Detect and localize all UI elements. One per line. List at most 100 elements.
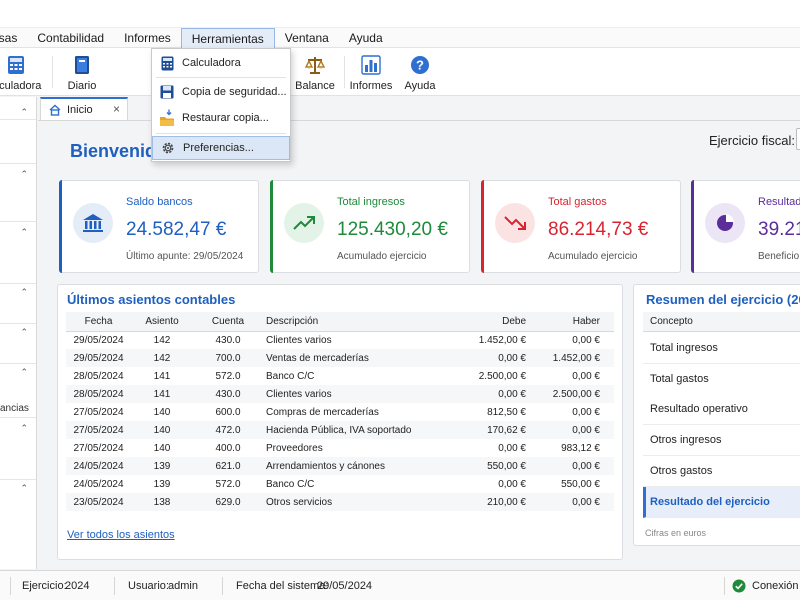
cell-descripcion: Arrendamientos y cánones	[263, 457, 454, 475]
card-value: 39.21	[758, 219, 800, 240]
table-row[interactable]: 29/05/2024 142 430.0 Clientes varios 1.452,0…	[66, 331, 614, 349]
table-row[interactable]: 27/05/2024 140 400.0 Proveedores 0,00 € 983,1…	[66, 439, 614, 457]
table-row[interactable]: 28/05/2024 141 430.0 Clientes varios 0,00 €2…	[66, 385, 614, 403]
resumen-row[interactable]: Total gastos	[643, 364, 800, 395]
home-icon	[49, 104, 61, 116]
cell-cuenta: 572.0	[215, 478, 241, 490]
chevron-up-icon[interactable]: ⌃	[20, 169, 28, 180]
menu-empresas[interactable]: esas	[0, 28, 27, 48]
chevron-up-icon[interactable]: ⌃	[20, 483, 28, 494]
sidebar-divider	[0, 323, 36, 324]
status-ejercicio-value: 2024	[65, 580, 90, 592]
cell-descripcion: Ventas de mercaderías	[263, 349, 454, 367]
status-fecha-value: 29/05/2024	[317, 580, 373, 592]
menu-informes[interactable]: Informes	[114, 28, 181, 48]
cell-descripcion: Otros servicios	[263, 493, 454, 511]
table-row[interactable]: 24/05/2024 139 572.0 Banco C/C 0,00 € 550,00 …	[66, 475, 614, 493]
chevron-up-icon[interactable]: ⌃	[20, 327, 28, 338]
cell-debe: 170,62 €	[454, 421, 534, 439]
chevron-up-icon[interactable]: ⌃	[20, 367, 28, 378]
cell-fecha: 29/05/2024	[73, 334, 124, 346]
status-separator	[114, 577, 115, 595]
tab-inicio[interactable]: Inicio ×	[40, 97, 128, 121]
cell-asiento: 140	[131, 421, 193, 439]
cell-cuenta: 430.0	[193, 385, 263, 403]
resumen-row[interactable]: Total ingresos	[643, 333, 800, 364]
diario-button[interactable]: Diario	[52, 54, 112, 92]
card-value: 86.214,73 €	[548, 219, 649, 240]
resumen-row[interactable]: Otros ingresos	[643, 425, 800, 456]
calculadora-label: alculadora	[0, 80, 42, 92]
menu-separator	[156, 133, 286, 134]
column-header-debe[interactable]: Debe	[454, 312, 534, 332]
cell-asiento: 140	[153, 406, 171, 418]
ver-todos-link[interactable]: Ver todos los asientos	[67, 529, 175, 541]
card-total-ingresos[interactable]: Total ingresos 125.430,20 € Acumulado ej…	[270, 180, 470, 273]
folder-restore-icon	[152, 109, 182, 127]
menu-item-label: Calculadora	[182, 57, 241, 69]
table-row[interactable]: 27/05/2024 140 472.0 Hacienda Pública, IVA …	[66, 421, 614, 439]
card-total-gastos[interactable]: Total gastos 86.214,73 € Acumulado ejerc…	[481, 180, 681, 273]
scales-icon	[304, 54, 326, 76]
chevron-up-icon[interactable]: ⌃	[20, 227, 28, 238]
column-header-asiento[interactable]: Asiento	[131, 312, 193, 332]
cell-descripcion: Clientes varios	[263, 385, 454, 403]
menu-item-restaurar-copia[interactable]: Restaurar copia...	[152, 106, 290, 130]
sidebar-item-label[interactable]: ancias	[0, 403, 36, 414]
card-saldo-bancos[interactable]: Saldo bancos 24.582,47 € Último apunte: …	[59, 180, 259, 273]
cell-haber: 0,00 €	[534, 457, 614, 475]
trend-up-icon	[284, 203, 324, 243]
card-subtitle: Último apunte: 29/05/2024	[126, 251, 244, 262]
sidebar-divider	[0, 119, 36, 120]
cell-haber: 0,00 €	[572, 406, 600, 418]
cell-haber: 0,00 €	[534, 421, 614, 439]
sidebar-divider	[0, 163, 36, 164]
resumen-column-header[interactable]: Concepto	[643, 312, 800, 332]
cell-haber: 983,12 €	[561, 442, 600, 454]
cell-descripcion: Hacienda Pública, IVA soportado	[263, 421, 454, 439]
chevron-up-icon[interactable]: ⌃	[20, 287, 28, 298]
cell-debe: 210,00 €	[454, 493, 534, 511]
menu-item-copia-seguridad[interactable]: Copia de seguridad...	[152, 80, 290, 104]
card-resultado[interactable]: Resultado 39.21 Beneficio	[691, 180, 800, 273]
herramientas-dropdown: Calculadora Copia de seguridad... Restau…	[151, 48, 291, 162]
close-icon[interactable]: ×	[113, 102, 120, 116]
cell-debe: 1.452,00 €	[478, 334, 526, 346]
cell-cuenta: 700.0	[193, 349, 263, 367]
ejercicio-fiscal-select[interactable]	[796, 128, 800, 150]
cell-haber: 0,00 €	[572, 370, 600, 382]
ayuda-button[interactable]: ? Ayuda	[390, 54, 450, 92]
balance-button[interactable]: Balance	[285, 54, 345, 92]
svg-text:?: ?	[416, 58, 424, 73]
resumen-row[interactable]: Otros gastos	[643, 456, 800, 487]
column-header-haber[interactable]: Haber	[534, 312, 614, 332]
calculadora-button[interactable]: alculadora	[0, 54, 46, 92]
menu-ventana[interactable]: Ventana	[275, 28, 339, 48]
resumen-row-resultado[interactable]: Resultado del ejercicio	[643, 487, 800, 518]
cell-asiento: 139	[131, 457, 193, 475]
table-row[interactable]: 29/05/2024 142 700.0 Ventas de mercaderías 0…	[66, 349, 614, 367]
table-row[interactable]: 23/05/2024 138 629.0 Otros servicios 210,00 …	[66, 493, 614, 511]
menu-ayuda[interactable]: Ayuda	[339, 28, 393, 48]
menu-item-preferencias[interactable]: Preferencias...	[152, 136, 290, 160]
asientos-table: Fecha Asiento Cuenta Descripción Debe Ha…	[66, 312, 614, 511]
sidebar-divider	[0, 363, 36, 364]
chevron-up-icon[interactable]: ⌃	[20, 423, 28, 434]
menu-herramientas[interactable]: Herramientas	[180, 27, 275, 50]
status-fecha-label: Fecha del sistema:	[236, 580, 329, 592]
column-header-fecha[interactable]: Fecha	[66, 312, 131, 332]
card-accent	[481, 180, 484, 273]
table-row[interactable]: 27/05/2024 140 600.0 Compras de mercaderías…	[66, 403, 614, 421]
cell-descripcion: Banco C/C	[266, 478, 315, 490]
chevron-up-icon[interactable]: ⌃	[20, 107, 28, 118]
resumen-title: Resumen del ejercicio (2024)	[646, 292, 800, 307]
menu-item-calculadora[interactable]: Calculadora	[152, 51, 290, 75]
cell-descripcion: Proveedores	[266, 442, 323, 454]
column-header-cuenta[interactable]: Cuenta	[193, 312, 263, 332]
menu-contabilidad[interactable]: Contabilidad	[27, 28, 114, 48]
cell-cuenta: 600.0	[215, 406, 241, 418]
column-header-descripcion[interactable]: Descripción	[263, 312, 454, 332]
table-row[interactable]: 24/05/2024 139 621.0 Arrendamientos y cánon…	[66, 457, 614, 475]
table-row[interactable]: 28/05/2024 141 572.0 Banco C/C 2.500,00 € 0,0…	[66, 367, 614, 385]
resumen-row[interactable]: Resultado operativo	[643, 394, 800, 425]
